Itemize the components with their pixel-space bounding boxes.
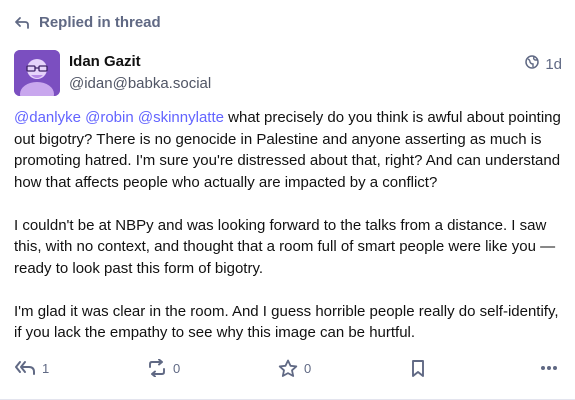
favourite-count: 0 xyxy=(304,360,312,376)
more-icon xyxy=(540,365,558,371)
post-paragraph-2: I couldn't be at NBPy and was looking fo… xyxy=(14,216,556,277)
boost-count: 0 xyxy=(173,360,181,376)
boost-icon xyxy=(147,359,167,377)
post-timestamp[interactable]: 1d xyxy=(545,56,562,73)
mention-link[interactable]: @danlyke xyxy=(14,109,81,126)
post-meta: 1d xyxy=(525,55,562,73)
thread-context: Replied in thread xyxy=(14,14,161,31)
mention-link[interactable]: @robin xyxy=(85,109,134,126)
bookmark-icon xyxy=(410,359,426,378)
more-button[interactable] xyxy=(540,354,558,382)
author-handle[interactable]: @idan@babka.social xyxy=(69,75,211,92)
reply-button[interactable]: 1 xyxy=(14,354,49,382)
reply-arrow-icon xyxy=(14,16,30,30)
mention-link[interactable]: @skinnylatte xyxy=(138,109,224,126)
reply-count: 1 xyxy=(42,360,50,376)
globe-icon xyxy=(525,55,540,73)
bookmark-button[interactable] xyxy=(410,354,426,382)
post-paragraph-3: I'm glad it was clear in the room. And I… xyxy=(14,302,559,342)
post-action-bar: 1 0 0 xyxy=(0,354,575,382)
post-paragraph-1: @danlyke @robin @skinnylatte what precis… xyxy=(14,107,564,193)
reply-all-icon xyxy=(14,359,36,377)
favourite-button[interactable]: 0 xyxy=(278,354,311,382)
star-icon xyxy=(278,359,298,378)
avatar[interactable] xyxy=(14,50,60,96)
boost-button[interactable]: 0 xyxy=(147,354,180,382)
thread-context-label: Replied in thread xyxy=(39,14,161,31)
author-display-name[interactable]: Idan Gazit xyxy=(69,53,141,70)
post-content: @danlyke @robin @skinnylatte what precis… xyxy=(14,107,564,365)
